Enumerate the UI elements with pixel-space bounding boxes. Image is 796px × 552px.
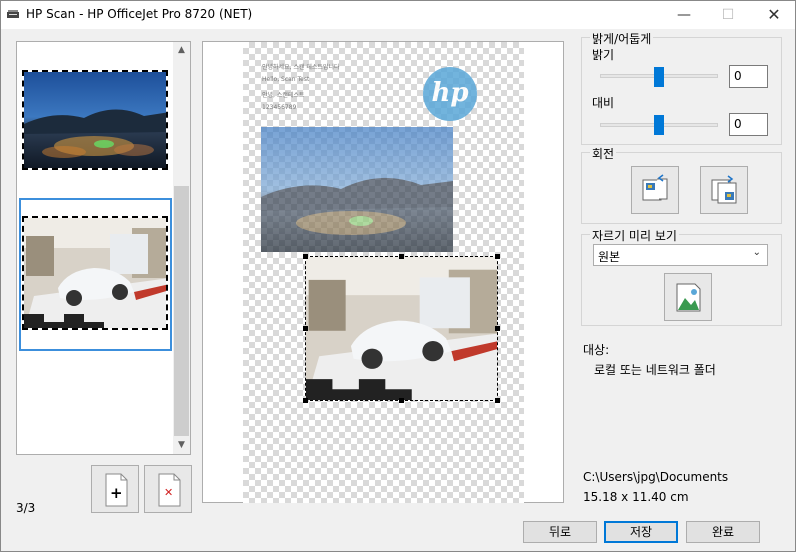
night-city-image [24, 72, 166, 168]
thumbnail-night-city[interactable] [22, 70, 168, 170]
rotate-left-icon [642, 174, 668, 201]
scroll-down-arrow[interactable]: ▼ [173, 437, 190, 454]
maximize-button[interactable]: ☐ [705, 1, 751, 29]
rotate-left-button[interactable] [631, 166, 679, 214]
cropped-car-image [306, 257, 497, 400]
scroll-thumb[interactable] [174, 186, 189, 436]
contrast-slider-thumb[interactable] [654, 115, 664, 135]
crop-handle-bottom[interactable] [399, 398, 404, 403]
page-text-line: 123456789 [262, 104, 297, 111]
crop-handle-top-right[interactable] [495, 254, 500, 259]
brightness-slider-thumb[interactable] [654, 67, 664, 87]
crop-mode-selected-value: 원본 [598, 250, 621, 264]
crop-region[interactable] [305, 256, 498, 401]
rotate-group [581, 152, 782, 224]
car-showroom-image [24, 218, 166, 328]
scan-size: 15.18 x 11.40 cm [583, 490, 689, 504]
hp-logo: hp [423, 67, 477, 121]
window-title: HP Scan - HP OfficeJet Pro 8720 (NET) [26, 7, 253, 21]
crop-handle-right[interactable] [495, 326, 500, 331]
page-text-line: Hello, Scan Test [262, 76, 310, 83]
save-path: C:\Users\jpg\Documents [583, 470, 729, 484]
crop-mode-select[interactable]: 원본 ⌄ [593, 244, 768, 266]
done-button[interactable]: 완료 [686, 521, 760, 543]
thumbnail-list[interactable] [16, 41, 191, 455]
delete-page-button[interactable]: ✕ [144, 465, 192, 513]
destination-label: 대상: [583, 343, 610, 357]
brightness-value-input[interactable]: 0 [729, 65, 768, 88]
add-page-glyph: + [110, 484, 123, 502]
destination-value: 로컬 또는 네트워크 폴더 [594, 363, 716, 377]
contrast-value-input[interactable]: 0 [729, 113, 768, 136]
crop-handle-top-left[interactable] [303, 254, 308, 259]
scan-preview-pane[interactable]: 안녕하세요, 스캔 테스트입니다 Hello, Scan Test 안녕, 스캔… [202, 41, 564, 503]
crop-handle-bottom-left[interactable] [303, 398, 308, 403]
crop-preview-group-label: 자르기 미리 보기 [590, 227, 679, 244]
minimize-button[interactable]: — [661, 1, 707, 29]
add-page-button[interactable]: + [91, 465, 139, 513]
scanned-page: 안녕하세요, 스캔 테스트입니다 Hello, Scan Test 안녕, 스캔… [243, 42, 524, 503]
thumbnail-scrollbar[interactable]: ▲ ▼ [173, 42, 190, 454]
brightness-contrast-group-label: 밝게/어둡게 [590, 30, 654, 47]
crop-preview-button[interactable] [664, 273, 712, 321]
save-button[interactable]: 저장 [604, 521, 678, 543]
close-button[interactable]: ✕ [751, 1, 796, 29]
image-preview-icon [676, 283, 701, 312]
chevron-down-icon: ⌄ [752, 247, 761, 258]
crop-handle-top[interactable] [399, 254, 404, 259]
title-bar: HP Scan - HP OfficeJet Pro 8720 (NET) — … [1, 1, 795, 29]
thumbnail-car-showroom[interactable] [22, 216, 168, 330]
page-text-line: 안녕, 스캔테스트 [262, 92, 305, 99]
delete-page-glyph: ✕ [164, 486, 174, 499]
crop-handle-bottom-right[interactable] [495, 398, 500, 403]
scanner-icon [7, 10, 19, 18]
brightness-label: 밝기 [592, 48, 615, 62]
rotate-right-button[interactable] [700, 166, 748, 214]
rotate-right-icon [711, 175, 737, 204]
page-text-line: 안녕하세요, 스캔 테스트입니다 [262, 64, 340, 71]
scroll-up-arrow[interactable]: ▲ [173, 42, 190, 59]
crop-handle-left[interactable] [303, 326, 308, 331]
page-counter: 3/3 [16, 501, 36, 515]
back-button[interactable]: 뒤로 [523, 521, 597, 543]
rotate-group-label: 회전 [590, 145, 617, 162]
contrast-label: 대비 [592, 96, 615, 110]
faded-landscape-image [261, 127, 453, 252]
